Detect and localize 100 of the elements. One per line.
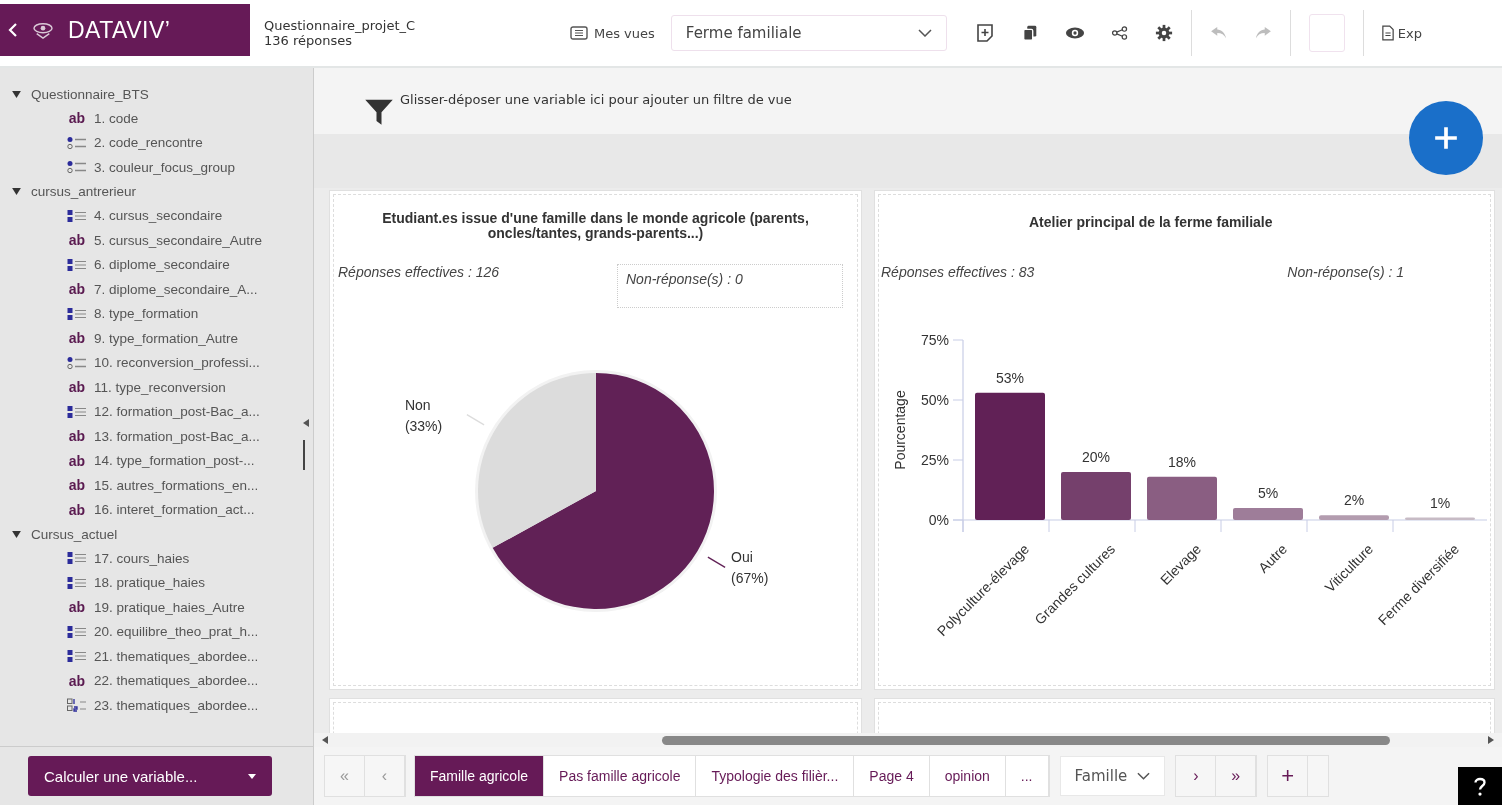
- text-type-icon: ab: [68, 452, 86, 469]
- variable-item[interactable]: 22. thematiques_abordee...: [94, 673, 259, 689]
- bar-value-label: 5%: [1257, 485, 1279, 502]
- variable-item[interactable]: 7. diplome_secondaire_A...: [94, 281, 258, 297]
- slice-value: (67%): [730, 570, 768, 587]
- variable-item[interactable]: 8. type_formation: [94, 306, 199, 322]
- add-note-icon[interactable]: [974, 23, 995, 43]
- page-select[interactable]: Famille: [1059, 756, 1166, 796]
- last-page-button[interactable]: »: [1216, 756, 1257, 796]
- y-tick-label: 25%: [920, 452, 949, 469]
- variable-item[interactable]: 10. reconversion_professi...: [94, 355, 260, 371]
- scrollbar-thumb[interactable]: [303, 440, 305, 470]
- missing-responses: Non-réponse(s) : 1: [1287, 264, 1404, 281]
- variable-item[interactable]: 12. formation_post-Bac_a...: [94, 404, 260, 420]
- text-type-icon: ab: [68, 672, 86, 689]
- multiple-choice-icon: [67, 551, 87, 566]
- multiple-choice-icon: [67, 649, 87, 664]
- expand-caret-icon[interactable]: [12, 188, 21, 195]
- multiple-choice-icon: [67, 575, 87, 590]
- y-axis-title: Pourcentage: [892, 390, 908, 471]
- views-button[interactable]: Mes vues: [564, 24, 661, 42]
- page-tab[interactable]: ...: [1005, 756, 1049, 796]
- slice-value: (33%): [404, 417, 442, 434]
- bar-value-label: 53%: [996, 370, 1024, 387]
- variable-item[interactable]: 16. interet_formation_act...: [94, 502, 255, 518]
- list-icon: [570, 26, 588, 40]
- page-tab[interactable]: Page 4: [854, 756, 930, 796]
- caret-down-icon: [248, 773, 256, 779]
- variable-item[interactable]: 18. pratique_haies: [94, 575, 206, 591]
- collapse-arrow-icon[interactable]: [303, 419, 309, 427]
- scroll-left-icon[interactable]: [322, 736, 328, 744]
- bar: [1405, 518, 1475, 521]
- page-tab[interactable]: Pas famille agricole: [544, 756, 697, 796]
- scroll-right-icon[interactable]: [1488, 736, 1494, 744]
- text-type-icon: ab: [68, 330, 86, 347]
- eye-logo-icon: [32, 21, 54, 39]
- view-select[interactable]: Ferme familiale: [670, 15, 947, 51]
- tree-group-label[interactable]: cursus_antrerieur: [31, 184, 137, 199]
- eye-icon[interactable]: [1064, 26, 1085, 40]
- compute-variable-button[interactable]: Calculer une variable...: [28, 756, 272, 796]
- text-type-icon: ab: [68, 110, 86, 127]
- next-page-button[interactable]: ›: [1176, 756, 1217, 796]
- text-type-icon: ab: [68, 281, 86, 298]
- app-logo: DATAVIV’: [68, 16, 171, 44]
- multiple-choice-icon: [67, 404, 87, 419]
- bar: [1233, 508, 1303, 521]
- multiple-choice-icon: [67, 306, 87, 321]
- variable-item[interactable]: 21. thematiques_abordee...: [94, 648, 259, 664]
- variable-item[interactable]: 2. code_rencontre: [94, 135, 203, 151]
- leader-line: [465, 413, 485, 426]
- multiple-choice-icon: [67, 257, 87, 272]
- variable-item[interactable]: 11. type_reconversion: [94, 379, 226, 395]
- tree-group-label[interactable]: Questionnaire_BTS: [31, 86, 149, 102]
- bar: [1061, 472, 1131, 521]
- variable-item[interactable]: 20. equilibre_theo_prat_h...: [94, 624, 259, 640]
- y-tick-label: 75%: [920, 332, 949, 349]
- missing-responses: Non-réponse(s) : 0: [617, 263, 843, 308]
- variable-item[interactable]: 15. autres_formations_en...: [94, 477, 259, 493]
- chart-title: Atelier principal de la ferme familiale: [1028, 215, 1274, 231]
- page-tab[interactable]: opinion: [929, 756, 1006, 796]
- bar: [1147, 477, 1217, 521]
- tree-group-label[interactable]: Cursus_actuel: [31, 526, 118, 542]
- variable-item[interactable]: 14. type_formation_post-...: [94, 453, 255, 469]
- settings-icon[interactable]: [1154, 24, 1173, 42]
- variable-item[interactable]: 4. cursus_secondaire: [94, 208, 223, 224]
- text-type-icon: ab: [68, 501, 86, 518]
- multiple-choice-icon: [67, 208, 87, 223]
- variable-item[interactable]: 23. thematiques_abordee...: [94, 697, 259, 713]
- slice-label: Non: [404, 396, 431, 413]
- page-tab[interactable]: Famille agricole: [415, 756, 545, 796]
- slice-label: Oui: [730, 549, 753, 566]
- text-type-icon: ab: [68, 428, 86, 445]
- bar-value-label: 2%: [1343, 492, 1365, 509]
- variable-item[interactable]: 5. cursus_secondaire_Autre: [94, 232, 263, 248]
- scrollbar-thumb[interactable]: [662, 736, 1390, 745]
- multiple-choice-icon: [67, 624, 87, 639]
- chart-title: Etudiant.es issue d'une famille dans le monde agricole (parents, oncles/tantes, grands-parents...): [381, 211, 810, 242]
- effective-responses: Réponses effectives : 83: [881, 264, 1035, 281]
- variable-item[interactable]: 1. code: [94, 110, 139, 126]
- single-choice-icon: [67, 355, 87, 370]
- text-type-icon: ab: [68, 477, 86, 494]
- text-type-icon: ab: [68, 599, 86, 616]
- effective-responses: Réponses effectives : 126: [338, 263, 500, 280]
- variable-item[interactable]: 19. pratique_haies_Autre: [94, 599, 245, 615]
- export-button[interactable]: Exp: [1381, 25, 1422, 41]
- variable-item[interactable]: 9. type_formation_Autre: [94, 330, 239, 346]
- variable-item[interactable]: 3. couleur_focus_group: [94, 159, 236, 175]
- share-icon[interactable]: [1110, 26, 1129, 40]
- leader-line: [706, 556, 726, 568]
- response-count: 136 réponses: [264, 33, 353, 48]
- help-button[interactable]: [1458, 767, 1502, 805]
- variable-item[interactable]: 6. diplome_secondaire: [94, 257, 230, 273]
- y-tick-label: 50%: [920, 392, 949, 409]
- single-choice-icon: [67, 135, 87, 150]
- expand-caret-icon[interactable]: [12, 90, 21, 98]
- variable-item[interactable]: 13. formation_post-Bac_a...: [94, 428, 260, 444]
- bar: [1319, 515, 1389, 521]
- variable-item[interactable]: 17. cours_haies: [94, 550, 190, 566]
- expand-caret-icon[interactable]: [12, 530, 21, 538]
- page-tab[interactable]: Typologie des filièr...: [696, 756, 855, 796]
